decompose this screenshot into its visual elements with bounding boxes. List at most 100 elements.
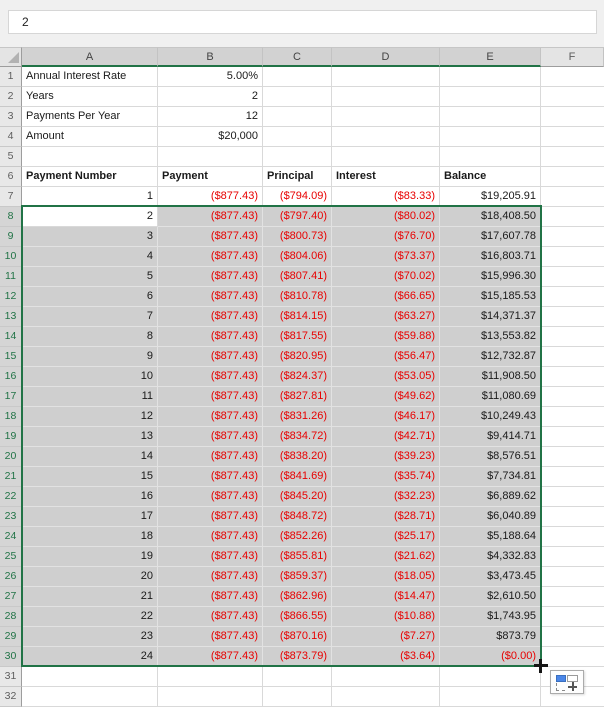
cell-B4[interactable]: $20,000 bbox=[158, 127, 263, 147]
cell-D7[interactable]: ($83.33) bbox=[332, 187, 440, 207]
cell-E25[interactable]: $4,332.83 bbox=[440, 547, 541, 567]
cell-D1[interactable] bbox=[332, 67, 440, 87]
cell-F21[interactable] bbox=[541, 467, 604, 487]
cell-E4[interactable] bbox=[440, 127, 541, 147]
row-header-5[interactable]: 5 bbox=[0, 147, 22, 167]
cell-F16[interactable] bbox=[541, 367, 604, 387]
row-header-30[interactable]: 30 bbox=[0, 647, 22, 667]
cell-F9[interactable] bbox=[541, 227, 604, 247]
cell-B5[interactable] bbox=[158, 147, 263, 167]
cell-D2[interactable] bbox=[332, 87, 440, 107]
cell-B13[interactable]: ($877.43) bbox=[158, 307, 263, 327]
cell-B9[interactable]: ($877.43) bbox=[158, 227, 263, 247]
cell-E27[interactable]: $2,610.50 bbox=[440, 587, 541, 607]
cell-A14[interactable]: 8 bbox=[22, 327, 158, 347]
cell-A16[interactable]: 10 bbox=[22, 367, 158, 387]
cell-E22[interactable]: $6,889.62 bbox=[440, 487, 541, 507]
cell-E5[interactable] bbox=[440, 147, 541, 167]
cell-A21[interactable]: 15 bbox=[22, 467, 158, 487]
cell-B20[interactable]: ($877.43) bbox=[158, 447, 263, 467]
cell-B1[interactable]: 5.00% bbox=[158, 67, 263, 87]
cell-E11[interactable]: $15,996.30 bbox=[440, 267, 541, 287]
cell-A17[interactable]: 11 bbox=[22, 387, 158, 407]
row-header-21[interactable]: 21 bbox=[0, 467, 22, 487]
cell-F28[interactable] bbox=[541, 607, 604, 627]
cell-F7[interactable] bbox=[541, 187, 604, 207]
cell-B17[interactable]: ($877.43) bbox=[158, 387, 263, 407]
cell-F4[interactable] bbox=[541, 127, 604, 147]
row-header-6[interactable]: 6 bbox=[0, 167, 22, 187]
cell-B22[interactable]: ($877.43) bbox=[158, 487, 263, 507]
row-header-24[interactable]: 24 bbox=[0, 527, 22, 547]
cell-A20[interactable]: 14 bbox=[22, 447, 158, 467]
cell-C26[interactable]: ($859.37) bbox=[263, 567, 332, 587]
cell-F8[interactable] bbox=[541, 207, 604, 227]
cell-D23[interactable]: ($28.71) bbox=[332, 507, 440, 527]
cell-F30[interactable] bbox=[541, 647, 604, 667]
cell-A28[interactable]: 22 bbox=[22, 607, 158, 627]
cell-E30[interactable]: ($0.00) bbox=[440, 647, 541, 667]
cell-A13[interactable]: 7 bbox=[22, 307, 158, 327]
row-header-28[interactable]: 28 bbox=[0, 607, 22, 627]
row-header-8[interactable]: 8 bbox=[0, 207, 22, 227]
cell-D22[interactable]: ($32.23) bbox=[332, 487, 440, 507]
cell-B10[interactable]: ($877.43) bbox=[158, 247, 263, 267]
cell-F12[interactable] bbox=[541, 287, 604, 307]
cell-A27[interactable]: 21 bbox=[22, 587, 158, 607]
cell-B18[interactable]: ($877.43) bbox=[158, 407, 263, 427]
cell-D31[interactable] bbox=[332, 667, 440, 687]
row-header-2[interactable]: 2 bbox=[0, 87, 22, 107]
cell-B16[interactable]: ($877.43) bbox=[158, 367, 263, 387]
row-header-25[interactable]: 25 bbox=[0, 547, 22, 567]
cell-A1[interactable]: Annual Interest Rate bbox=[22, 67, 158, 87]
cell-B27[interactable]: ($877.43) bbox=[158, 587, 263, 607]
cell-C23[interactable]: ($848.72) bbox=[263, 507, 332, 527]
cell-C16[interactable]: ($824.37) bbox=[263, 367, 332, 387]
column-header-D[interactable]: D bbox=[332, 47, 440, 67]
auto-fill-options-button[interactable] bbox=[550, 670, 584, 694]
cell-D17[interactable]: ($49.62) bbox=[332, 387, 440, 407]
cell-B30[interactable]: ($877.43) bbox=[158, 647, 263, 667]
cell-D24[interactable]: ($25.17) bbox=[332, 527, 440, 547]
cell-E9[interactable]: $17,607.78 bbox=[440, 227, 541, 247]
cell-A25[interactable]: 19 bbox=[22, 547, 158, 567]
row-header-3[interactable]: 3 bbox=[0, 107, 22, 127]
cell-F1[interactable] bbox=[541, 67, 604, 87]
cell-E19[interactable]: $9,414.71 bbox=[440, 427, 541, 447]
cell-A29[interactable]: 23 bbox=[22, 627, 158, 647]
cell-E31[interactable] bbox=[440, 667, 541, 687]
select-all-corner[interactable] bbox=[0, 47, 22, 67]
row-header-20[interactable]: 20 bbox=[0, 447, 22, 467]
cell-E8[interactable]: $18,408.50 bbox=[440, 207, 541, 227]
cell-B12[interactable]: ($877.43) bbox=[158, 287, 263, 307]
cell-A10[interactable]: 4 bbox=[22, 247, 158, 267]
row-header-13[interactable]: 13 bbox=[0, 307, 22, 327]
cell-E17[interactable]: $11,080.69 bbox=[440, 387, 541, 407]
cell-B8[interactable]: ($877.43) bbox=[158, 207, 263, 227]
cell-E29[interactable]: $873.79 bbox=[440, 627, 541, 647]
cell-C4[interactable] bbox=[263, 127, 332, 147]
cell-D15[interactable]: ($56.47) bbox=[332, 347, 440, 367]
cell-D4[interactable] bbox=[332, 127, 440, 147]
cell-F20[interactable] bbox=[541, 447, 604, 467]
cell-D25[interactable]: ($21.62) bbox=[332, 547, 440, 567]
cell-B28[interactable]: ($877.43) bbox=[158, 607, 263, 627]
cell-A4[interactable]: Amount bbox=[22, 127, 158, 147]
cell-F6[interactable] bbox=[541, 167, 604, 187]
row-header-22[interactable]: 22 bbox=[0, 487, 22, 507]
cell-C27[interactable]: ($862.96) bbox=[263, 587, 332, 607]
column-header-B[interactable]: B bbox=[158, 47, 263, 67]
cell-B6[interactable]: Payment bbox=[158, 167, 263, 187]
cell-F10[interactable] bbox=[541, 247, 604, 267]
row-header-15[interactable]: 15 bbox=[0, 347, 22, 367]
cell-C14[interactable]: ($817.55) bbox=[263, 327, 332, 347]
cell-D19[interactable]: ($42.71) bbox=[332, 427, 440, 447]
cell-A6[interactable]: Payment Number bbox=[22, 167, 158, 187]
cell-A18[interactable]: 12 bbox=[22, 407, 158, 427]
cell-C1[interactable] bbox=[263, 67, 332, 87]
cell-A32[interactable] bbox=[22, 687, 158, 707]
cell-E13[interactable]: $14,371.37 bbox=[440, 307, 541, 327]
cell-F15[interactable] bbox=[541, 347, 604, 367]
cell-D28[interactable]: ($10.88) bbox=[332, 607, 440, 627]
cell-C8[interactable]: ($797.40) bbox=[263, 207, 332, 227]
